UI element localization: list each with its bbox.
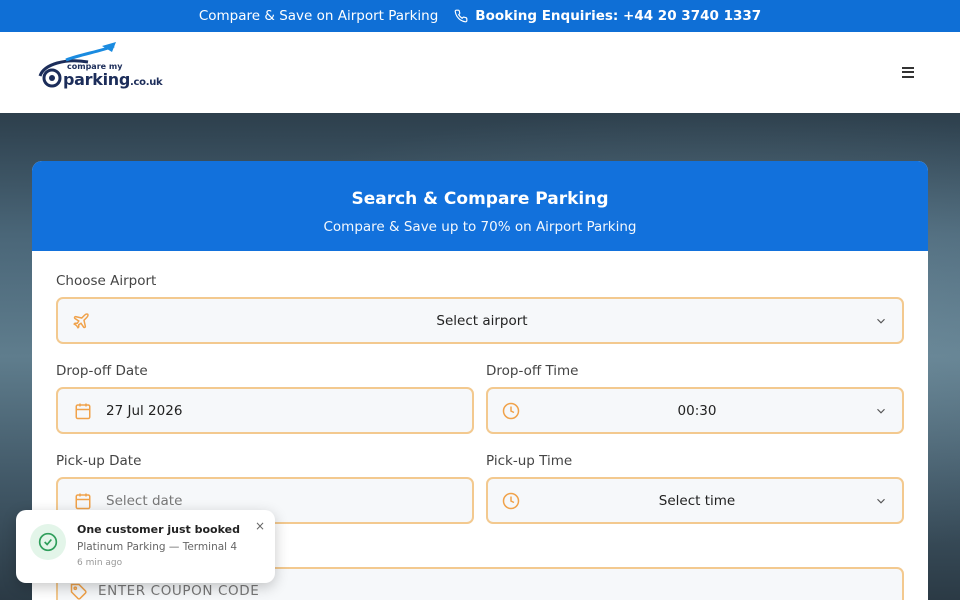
airport-select[interactable]: Select airport: [56, 297, 904, 344]
booking-phone-text: Booking Enquiries: +44 20 3740 1337: [475, 8, 762, 24]
toast-detail: Platinum Parking — Terminal 4: [77, 541, 238, 553]
check-circle-icon: [30, 524, 66, 560]
pickup-date-placeholder: Select date: [106, 492, 183, 509]
top-announcement-bar: Compare & Save on Airport Parking Bookin…: [0, 0, 960, 32]
menu-icon-bar: [902, 71, 914, 73]
search-card-header: Search & Compare Parking Compare & Save …: [32, 161, 928, 251]
site-logo[interactable]: compare my parking.co.uk: [36, 42, 163, 98]
tag-icon: [70, 583, 87, 600]
pickup-time-select[interactable]: Select time: [486, 477, 904, 524]
calendar-icon: [75, 493, 91, 510]
pickup-date-label: Pick-up Date: [56, 453, 142, 469]
dropoff-date-field[interactable]: 27 Jul 2026: [56, 387, 474, 434]
menu-icon-bar: [902, 75, 914, 78]
toast-title: One customer just booked: [77, 523, 240, 536]
logo-wordmark: parking.co.uk: [63, 70, 163, 89]
dropoff-time-label: Drop-off Time: [486, 363, 579, 379]
airport-select-value: Select airport: [436, 312, 528, 329]
chevron-down-icon: [877, 318, 885, 324]
chevron-down-icon: [877, 498, 885, 504]
calendar-icon: [75, 403, 91, 420]
booking-phone-link[interactable]: Booking Enquiries: +44 20 3740 1337: [454, 8, 761, 24]
recent-booking-toast: One customer just booked Platinum Parkin…: [16, 510, 275, 583]
coupon-code-placeholder: ENTER COUPON CODE: [98, 583, 260, 599]
phone-icon: [454, 9, 468, 23]
pickup-time-label: Pick-up Time: [486, 453, 573, 469]
toast-close-button[interactable]: ×: [255, 519, 265, 533]
menu-icon-bar: [902, 66, 914, 69]
pickup-time-value: Select time: [658, 492, 736, 509]
search-card-title: Search & Compare Parking: [351, 189, 609, 209]
airport-label: Choose Airport: [56, 273, 157, 289]
promo-text: Compare & Save on Airport Parking: [198, 8, 439, 24]
dropoff-date-value: 27 Jul 2026: [106, 402, 183, 419]
hamburger-menu-button[interactable]: [896, 60, 920, 84]
dropoff-time-select[interactable]: 00:30: [486, 387, 904, 434]
search-card-subtitle: Compare & Save up to 70% on Airport Park…: [323, 219, 637, 235]
dropoff-date-label: Drop-off Date: [56, 363, 148, 379]
dropoff-time-value: 00:30: [677, 402, 717, 419]
site-header: compare my parking.co.uk: [0, 32, 960, 113]
chevron-down-icon: [877, 408, 885, 414]
toast-time: 6 min ago: [77, 558, 123, 568]
